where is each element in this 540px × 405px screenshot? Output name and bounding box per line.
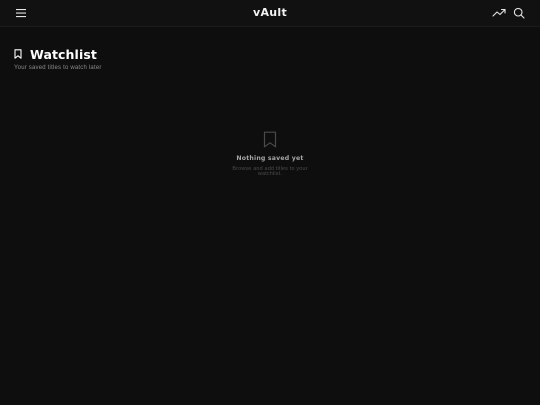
app-logo[interactable]: vAult — [0, 6, 540, 19]
page-header: Watchlist Your saved titles to watch lat… — [14, 46, 102, 72]
empty-state-message: Browse and add titles to your watchlist. — [232, 166, 308, 177]
search-button[interactable] — [510, 4, 528, 22]
trending-icon — [492, 8, 506, 17]
bookmark-icon — [14, 49, 22, 59]
empty-state: Nothing saved yet Browse and add titles … — [210, 131, 330, 177]
title-row: Watchlist — [14, 46, 102, 62]
page-subtitle: Your saved titles to watch later — [14, 65, 102, 71]
empty-state-title: Nothing saved yet — [236, 155, 304, 162]
page-title: Watchlist — [30, 46, 97, 62]
search-icon — [513, 7, 525, 19]
trending-button[interactable] — [490, 4, 508, 22]
bookmark-outline-icon — [263, 131, 277, 148]
top-bar: vAult — [0, 0, 540, 27]
